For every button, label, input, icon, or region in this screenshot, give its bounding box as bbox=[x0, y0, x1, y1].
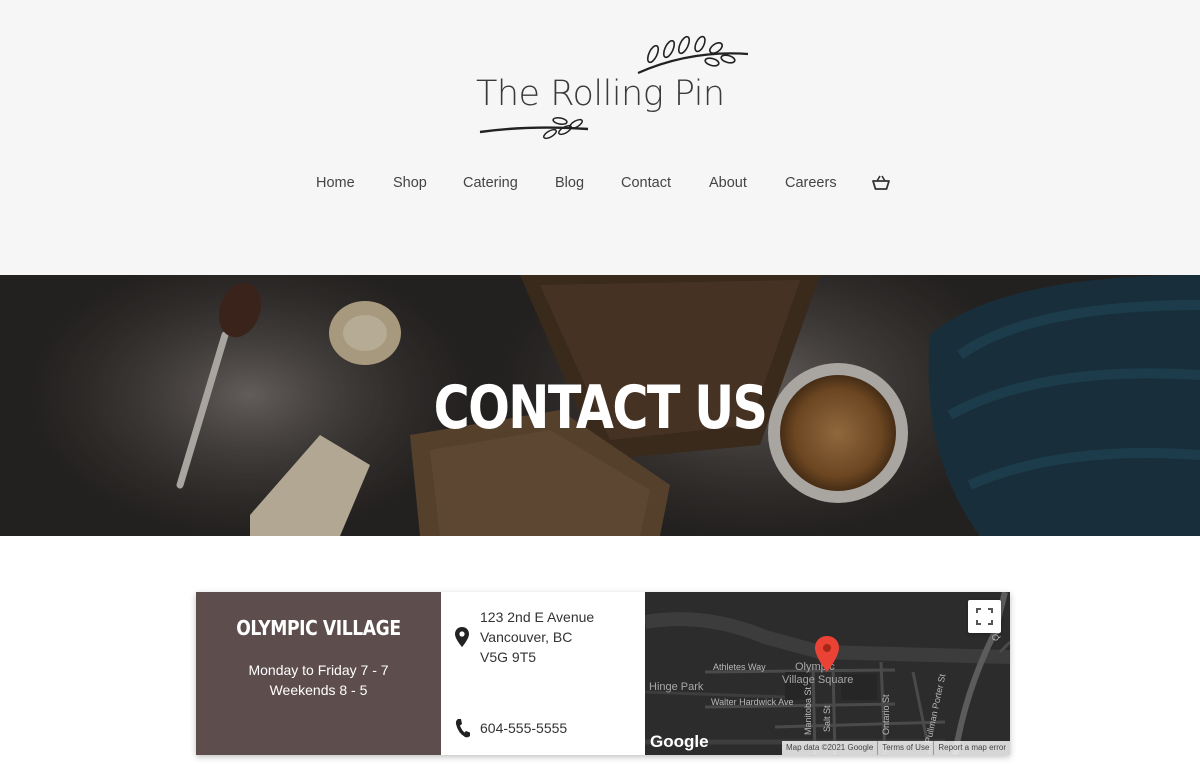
google-logo[interactable]: Google bbox=[650, 732, 709, 752]
location-card: OLYMPIC VILLAGE Monday to Friday 7 - 7 W… bbox=[196, 592, 1010, 755]
map-label-ontario: Ontario St bbox=[881, 694, 891, 735]
contact-section: OLYMPIC VILLAGE Monday to Friday 7 - 7 W… bbox=[0, 536, 1200, 764]
nav-shop[interactable]: Shop bbox=[393, 175, 427, 191]
nav-about[interactable]: About bbox=[709, 175, 747, 191]
location-hours: Monday to Friday 7 - 7 Weekends 8 - 5 bbox=[196, 660, 441, 700]
address-line-1: 123 2nd E Avenue bbox=[480, 609, 595, 625]
map-pin-icon bbox=[455, 627, 469, 647]
nav-contact[interactable]: Contact bbox=[621, 175, 671, 191]
fullscreen-icon bbox=[976, 608, 993, 625]
page-title: CONTACT US bbox=[433, 373, 768, 443]
map-report-error-link[interactable]: Report a map error bbox=[933, 741, 1010, 755]
map-label-village-square: Village Square bbox=[782, 674, 854, 686]
map-label-athletes-way: Athletes Way bbox=[713, 662, 766, 672]
nav-catering[interactable]: Catering bbox=[463, 175, 518, 191]
site-header: The Rolling Pin Home Shop Catering Blog … bbox=[0, 0, 1200, 275]
basket-icon[interactable] bbox=[871, 174, 891, 192]
location-map[interactable]: Athletes Way Olympic Village Square Hing… bbox=[645, 592, 1010, 755]
location-name: OLYMPIC VILLAGE bbox=[236, 616, 401, 640]
brand-name: The Rolling Pin bbox=[476, 74, 725, 114]
map-footer: Map data ©2021 Google Terms of Use Repor… bbox=[781, 741, 1010, 755]
map-label-hinge-park: Hinge Park bbox=[649, 681, 704, 693]
hours-weekday: Monday to Friday 7 - 7 bbox=[248, 662, 389, 678]
address-line-3: V5G 9T5 bbox=[480, 649, 537, 665]
map-label-manitoba: Manitoba St bbox=[803, 686, 813, 735]
map-label-salt: Salt St bbox=[822, 705, 832, 732]
hours-weekend: Weekends 8 - 5 bbox=[269, 682, 368, 698]
site-logo[interactable]: The Rolling Pin bbox=[470, 32, 760, 147]
phone-number[interactable]: 604-555-5555 bbox=[480, 720, 567, 736]
hero-banner: CONTACT US bbox=[0, 275, 1200, 536]
nav-careers[interactable]: Careers bbox=[785, 175, 837, 191]
location-panel: OLYMPIC VILLAGE Monday to Friday 7 - 7 W… bbox=[196, 592, 441, 755]
map-fullscreen-button[interactable] bbox=[968, 600, 1001, 633]
address-line-2: Vancouver, BC bbox=[480, 629, 573, 645]
address-panel: 123 2nd E Avenue Vancouver, BC V5G 9T5 6… bbox=[441, 592, 645, 755]
map-marker-icon[interactable] bbox=[815, 636, 839, 672]
main-nav: Home Shop Catering Blog Contact About Ca… bbox=[0, 175, 1200, 197]
map-data-attribution: Map data ©2021 Google bbox=[785, 743, 874, 752]
phone-icon bbox=[455, 718, 471, 738]
nav-blog[interactable]: Blog bbox=[555, 175, 584, 191]
nav-home[interactable]: Home bbox=[316, 175, 355, 191]
map-label-walter-hardwick: Walter Hardwick Ave bbox=[711, 697, 794, 707]
map-terms-link[interactable]: Terms of Use bbox=[877, 741, 933, 755]
